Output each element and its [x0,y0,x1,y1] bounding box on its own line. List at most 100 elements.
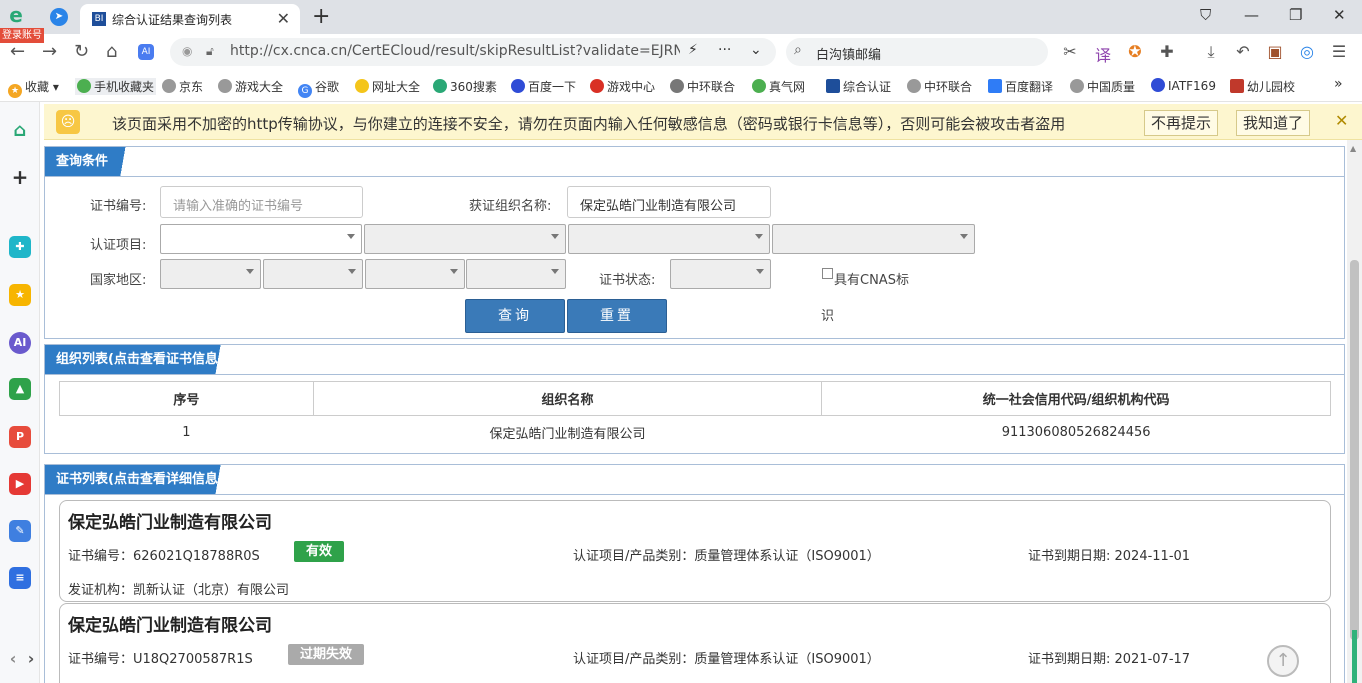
game-icon[interactable]: ✪ [1125,42,1145,61]
bookmark-item[interactable]: 中环联合 [907,78,972,95]
menu-icon[interactable]: ☰ [1329,42,1349,61]
ai-doc-icon[interactable]: ≡ [9,567,31,589]
restore-icon[interactable]: ❐ [1289,6,1302,24]
org-list-panel: 组织列表(点击查看证书信息) 序号 组织名称 统一社会信用代码/组织机构代码 1… [44,344,1345,454]
new-tab-icon[interactable]: + [312,4,330,29]
window-close-icon[interactable]: ✕ [1333,6,1346,24]
table-row[interactable]: 1 保定弘皓门业制造有限公司 911306080526824456 [60,416,1331,450]
back-icon[interactable]: ← [10,41,25,62]
org-table: 序号 组织名称 统一社会信用代码/组织机构代码 1 保定弘皓门业制造有限公司 9… [59,381,1331,450]
add-icon[interactable]: + [9,166,31,188]
sidebar: ⌂ + ✚ ★ AI ▲ P ▶ ✎ ≡ ‹ › [0,102,40,683]
bookmark-item[interactable]: 综合认证 [826,78,891,95]
bookmark-item[interactable]: 幼儿园校 [1230,78,1295,95]
forward-icon[interactable]: → [42,41,57,62]
translate-icon [988,79,1002,93]
scroll-up-icon[interactable]: ▲ [1350,144,1356,153]
bookmark-item[interactable]: 京东 [162,78,203,95]
cert-expiry: 证书到期日期: 2021-07-17 [1028,652,1191,667]
cert-expiry: 证书到期日期: 2024-11-01 [1028,549,1191,564]
ai-video-icon[interactable]: ▶ [9,473,31,495]
wallet-icon[interactable]: ▣ [1265,42,1285,61]
project-select-2[interactable] [364,224,566,254]
ai-write-icon[interactable]: ✎ [9,520,31,542]
translate-icon[interactable]: 译 [1093,42,1113,66]
cell-credit-code: 911306080526824456 [1001,425,1151,441]
reset-button[interactable]: 重置 [567,299,667,333]
chevron-down-icon [755,234,763,239]
bookmark-item[interactable]: 百度一下 [511,78,576,95]
bookmark-item[interactable]: 游戏大全 [218,78,283,95]
bookmark-item[interactable]: ★ 收藏 ▾ [8,78,59,98]
sidebar-expand-right-icon[interactable]: › [20,648,42,670]
tab-active[interactable]: BI 综合认证结果查询列表 ✕ [80,4,300,34]
region-select-1[interactable] [160,259,261,289]
ai-chat-icon[interactable]: AI [9,332,31,354]
query-panel-title: 查询条件 [45,147,139,176]
ai-assistant-icon[interactable]: AI [138,44,154,60]
got-it-button[interactable]: 我知道了 [1236,110,1311,136]
toolbar: ← → ↻ ⌂ AI ◉ 🔓︎ http://cx.cnca.cn/CertEC… [0,34,1362,70]
scissors-icon[interactable]: ✂ [1060,42,1080,61]
search-button[interactable]: 查询 [465,299,565,333]
insecure-lock-icon[interactable]: 🔓︎ [206,44,214,59]
globe-icon [218,79,232,93]
chevron-down-icon[interactable]: ⌄ [750,42,762,58]
scroll-thumb[interactable] [1350,260,1359,640]
search-box[interactable]: ⌕ 白沟镇邮编 [786,38,1048,66]
extensions-icon[interactable]: ✚ [1157,42,1177,61]
region-select-3[interactable] [365,259,465,289]
bookmark-item[interactable]: 360搜素 [433,78,497,95]
shirt-icon[interactable]: ⛉ [1200,6,1211,24]
region-select-4[interactable] [466,259,566,289]
cell-org-name[interactable]: 保定弘皓门业制造有限公司 [313,416,822,450]
minimize-icon[interactable]: — [1244,6,1259,24]
page-scrollbar[interactable]: ▲ [1347,140,1362,683]
cert-card[interactable]: 保定弘皓门业制造有限公司 证书编号：626021Q18788R0S 有效 认证项… [59,500,1331,602]
login-badge[interactable]: 登录账号 [0,28,44,43]
banner-close-icon[interactable]: ✕ [1335,111,1348,130]
favorites-star-icon[interactable]: ★ [9,284,31,306]
back-to-top-icon[interactable]: ↑ [1267,645,1299,677]
warning-face-icon: ☹ [56,110,80,134]
org-name-input[interactable]: 保定弘皓门业制造有限公司 [567,186,771,218]
download-icon[interactable]: ⤓ [1201,42,1221,62]
tab-close-icon[interactable]: ✕ [277,9,290,28]
cert-no-input[interactable]: 请输入准确的证书编号 [160,186,363,218]
org-list-header: 组织列表(点击查看证书信息) [45,345,1344,375]
bookmark-item[interactable]: G 谷歌 [298,78,339,98]
more-icon[interactable]: ··· [718,42,731,58]
pinned-tab-icon[interactable]: ➤ [50,8,68,26]
bookmark-item[interactable]: 百度翻译 [988,78,1053,95]
bookmark-item[interactable]: 真气网 [752,78,805,95]
project-select-1[interactable] [160,224,362,254]
bookmark-item[interactable]: IATF169 [1151,78,1216,93]
project-select-3[interactable] [568,224,770,254]
region-select-2[interactable] [263,259,363,289]
cnas-checkbox[interactable] [822,268,833,279]
bookmark-item[interactable]: 游戏中心 [590,78,655,95]
ai-pdf-icon[interactable]: P [9,426,31,448]
lightning-icon[interactable]: ⚡︎ [688,42,698,58]
cert-card[interactable]: 保定弘皓门业制造有限公司 证书编号：U18Q2700587R1S 过期失效 认证… [59,603,1331,683]
bookmark-item[interactable]: 中国质量 [1070,78,1135,95]
app-plus-icon[interactable]: ✚ [9,236,31,258]
dont-remind-button[interactable]: 不再提示 [1144,110,1219,136]
bookmarks-overflow-icon[interactable]: » [1334,76,1343,92]
undo-icon[interactable]: ↶ [1233,42,1253,61]
ai-image-icon[interactable]: ▲ [9,378,31,400]
sync-icon[interactable]: ◎ [1297,42,1317,61]
browser-logo-icon[interactable]: e [4,4,28,26]
project-select-4[interactable] [772,224,975,254]
home-icon[interactable]: ⌂ [9,120,31,142]
bookmark-item[interactable]: 中环联合 [670,78,735,95]
address-bar[interactable]: ◉ 🔓︎ http://cx.cnca.cn/CertECloud/result… [170,38,776,66]
status-select[interactable] [670,259,771,289]
bookmark-item[interactable]: 手机收藏夹 [75,78,157,95]
bookmark-item[interactable]: 网址大全 [355,78,420,95]
search-input[interactable]: 白沟镇邮编 [816,44,881,63]
url-text[interactable]: http://cx.cnca.cn/CertECloud/result/skip… [230,43,680,59]
chevron-down-icon [347,234,355,239]
reload-icon[interactable]: ↻ [74,41,89,62]
home-icon[interactable]: ⌂ [106,41,117,62]
